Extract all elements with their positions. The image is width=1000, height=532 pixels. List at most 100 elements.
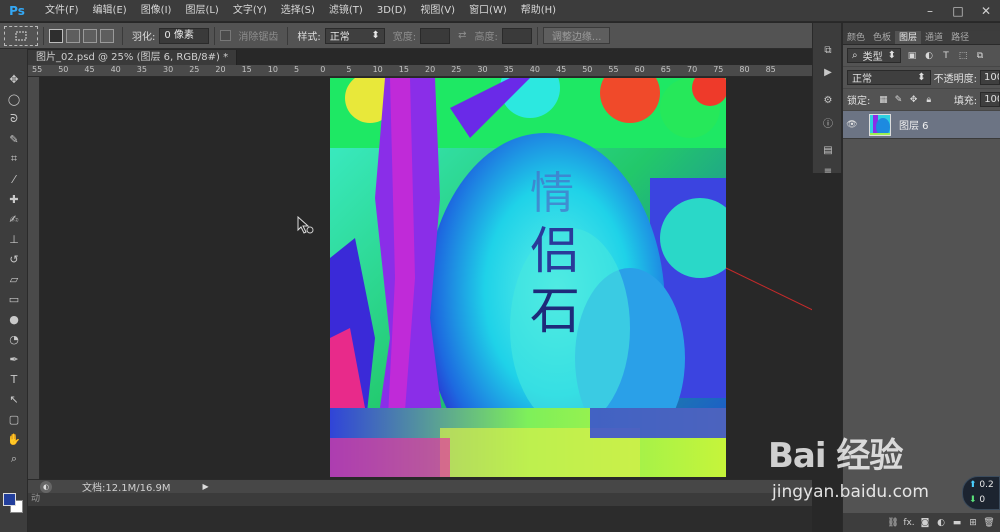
smart-object-filter-icon[interactable]: ⧉ [974,50,986,62]
document-tab[interactable]: 图片_02.psd @ 25% (图层 6, RGB/8#) * [28,50,238,65]
menu-file[interactable]: 文件(F) [38,0,86,22]
eyedropper-icon[interactable]: ⁄ [0,169,28,189]
add-selection-button[interactable] [66,28,80,43]
document-image[interactable]: 情 侣 石 [330,78,726,477]
ruler-tick-label: 50 [58,65,69,74]
style-select[interactable]: 正常 ⬍ [324,27,385,44]
quick-select-icon[interactable]: ✎ [0,129,28,149]
tab-swatches[interactable]: 色板 [869,31,895,44]
minimize-button[interactable]: – [916,0,944,22]
opacity-input[interactable]: 100% [980,70,1000,85]
new-selection-button[interactable] [49,28,63,43]
visibility-eye-icon[interactable]: 👁︎ [843,120,861,130]
lock-position-icon[interactable]: ✥ [909,94,919,106]
menu-edit[interactable]: 编辑(E) [86,0,134,22]
type-filter-icon[interactable]: T [940,50,952,62]
width-input[interactable] [420,27,451,44]
lock-transparent-icon[interactable]: ▦ [878,94,888,106]
ellipse-marquee-icon[interactable]: ◯ [0,89,28,109]
panel-tabs: 颜色 色板 图层 通道 路径 [843,31,1000,45]
tools-panel: ✥ ◯ ᘐ ✎ ⌗ ⁄ ✚ ✍ ⊥ ↺ ▱ ▭ ● ◔ ✒ T ↖ ▢ ✋ ⌕ [0,49,28,532]
menu-3d[interactable]: 3D(D) [370,0,414,22]
maximize-button[interactable]: □ [944,0,972,22]
blend-mode-select[interactable]: 正常 ⬍ [847,70,931,85]
trash-icon[interactable]: 🗑︎ [981,516,997,530]
stamp-icon[interactable]: ⊥ [0,229,28,249]
menu-layer[interactable]: 图层(L) [178,0,225,22]
properties-icon[interactable]: ⚙ [813,89,843,111]
ps-logo: Ps [9,3,25,18]
rectangle-tool-icon[interactable]: ▢ [0,409,28,429]
antialias-checkbox[interactable] [220,30,232,41]
history-brush-icon[interactable]: ↺ [0,249,28,269]
adjustment-filter-icon[interactable]: ◐ [923,50,935,62]
move-tool-icon[interactable]: ✥ [0,69,28,89]
vertical-ruler [28,77,40,479]
lasso-icon[interactable]: ᘐ [0,109,28,129]
history-panel-icon[interactable]: ⧉ [813,39,843,61]
actions-play-icon[interactable]: ▶ [813,61,843,83]
canvas-area[interactable]: 情 侣 石 [40,77,812,479]
tab-color[interactable]: 颜色 [843,31,869,44]
character-panel-icon[interactable]: ▤ [813,139,843,161]
menu-window[interactable]: 窗口(W) [462,0,514,22]
tab-layers[interactable]: 图层 [895,31,922,44]
separator [287,26,289,45]
intersect-selection-button[interactable] [100,28,114,43]
search-icon: ⌕ [852,50,858,61]
path-select-icon[interactable]: ↖ [0,389,28,409]
lock-pixels-icon[interactable]: ✎ [893,94,903,106]
zoom-level-icon[interactable]: ◐ [40,480,52,493]
layer-filter-select[interactable]: ⌕ 类型 ⬍ [847,48,901,63]
info-icon[interactable]: ⓘ [813,111,843,133]
close-button[interactable]: ✕ [972,0,1000,22]
ruler-tick-label: 45 [556,65,567,74]
crop-icon[interactable]: ⌗ [0,149,28,169]
tab-channels[interactable]: 通道 [921,31,947,44]
ruler-tick-label: 55 [32,65,43,74]
window-controls: – □ ✕ [916,0,1000,22]
height-input[interactable] [501,27,532,44]
layer-filter-row: ⌕ 类型 ⬍ ▣ ◐ T ⬚ ⧉ [843,45,1000,67]
ruler-tick-label: 5 [346,65,352,74]
gradient-icon[interactable]: ▭ [0,289,28,309]
document-size: 文档:12.1M/16.9M [82,483,171,494]
blur-icon[interactable]: ● [0,309,28,329]
ruler-tick-label: 80 [739,65,750,74]
status-menu-arrow-icon[interactable]: ▶ [203,482,209,491]
brush-icon[interactable]: ✍ [0,209,28,229]
type-tool-icon[interactable]: T [0,369,28,389]
menu-type[interactable]: 文字(Y) [226,0,274,22]
fill-input[interactable]: 100% [980,92,1000,107]
lock-all-icon[interactable]: 🔒︎ [924,94,934,106]
refine-edge-button[interactable]: 调整边缘... [542,27,611,44]
style-label: 样式: [297,32,321,43]
feather-input[interactable]: 0 像素 [159,27,210,44]
menu-image[interactable]: 图像(I) [134,0,179,22]
marquee-preset-picker[interactable] [4,25,38,46]
pen-icon[interactable]: ✒ [0,349,28,369]
collapsed-panels-strip: ⧉ ▶ ⚙ ⓘ ▤ ≣ [812,23,843,178]
foreground-color-swatch[interactable] [3,493,16,506]
menu-help[interactable]: 帮助(H) [514,0,563,22]
hand-tool-icon[interactable]: ✋ [0,429,28,449]
healing-brush-icon[interactable]: ✚ [0,189,28,209]
eraser-icon[interactable]: ▱ [0,269,28,289]
menu-select[interactable]: 选择(S) [274,0,322,22]
new-layer-icon[interactable]: ⊞ [965,516,981,530]
layer-thumbnail-image [870,114,890,135]
menu-view[interactable]: 视图(V) [413,0,462,22]
swap-icon[interactable]: ⇄ [458,30,466,41]
fill-label: 填充: [953,96,978,107]
subtract-selection-button[interactable] [83,28,97,43]
ruler-tick-label: 60 [634,65,645,74]
layer-row[interactable]: 👁︎ 图层 6 [843,111,1000,139]
shape-filter-icon[interactable]: ⬚ [957,50,969,62]
pixel-filter-icon[interactable]: ▣ [906,50,918,62]
dodge-icon[interactable]: ◔ [0,329,28,349]
tab-paths[interactable]: 路径 [947,31,973,44]
zoom-tool-icon[interactable]: ⌕ [0,449,28,469]
menu-filter[interactable]: 滤镜(T) [322,0,370,22]
folder-icon[interactable]: ▬ [949,516,965,530]
color-swatches [3,493,25,515]
